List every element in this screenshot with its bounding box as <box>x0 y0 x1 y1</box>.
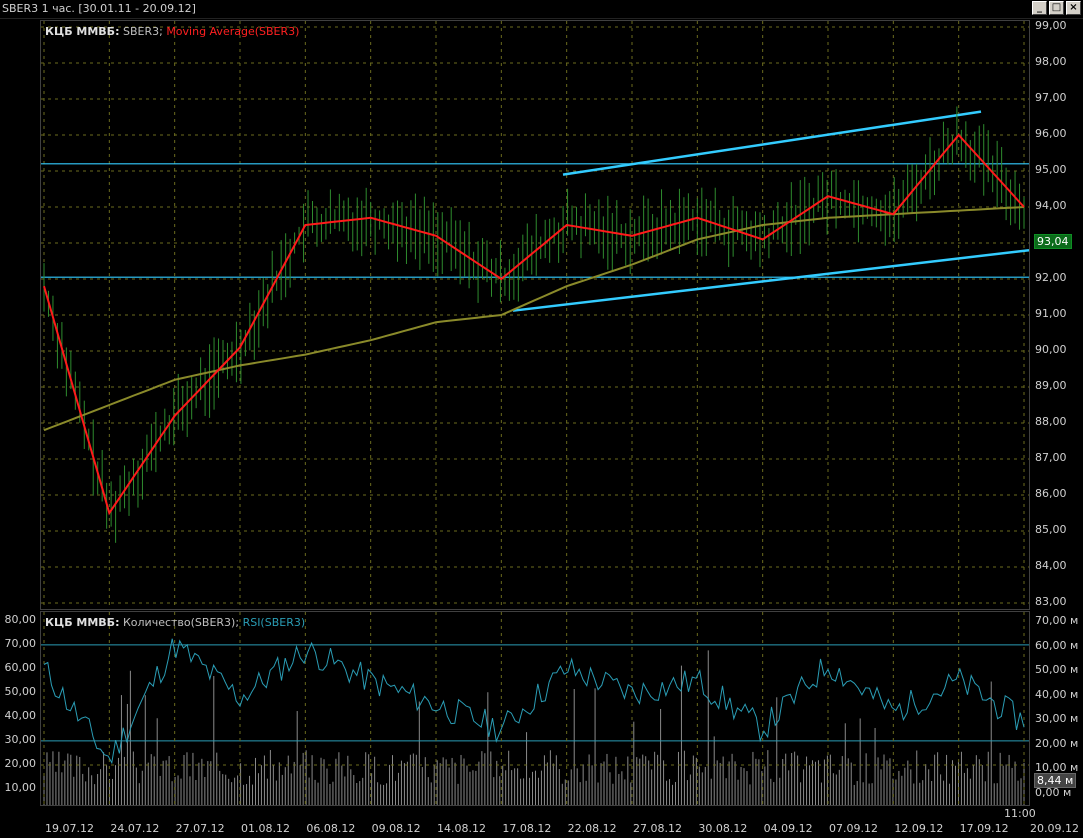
price-legend: КЦБ ММВБ: SBER3; Moving Average(SBER3) <box>45 25 299 38</box>
legend-rsi: RSI(SBER3) <box>242 616 306 629</box>
rsi-tick-label: 30,00 <box>4 732 37 746</box>
rsi-tick-label: 50,00 <box>4 684 37 698</box>
date-tick-label: 17.09.12 <box>959 822 1009 835</box>
slow-moving-average-line <box>43 206 1025 432</box>
rsi-tick-label: 80,00 <box>4 612 37 626</box>
date-tick-label: 07.09.12 <box>829 822 878 835</box>
date-tick-label: 09.08.12 <box>371 822 421 835</box>
window-title: SBER3 1 час. [30.01.11 - 20.09.12] <box>2 2 196 15</box>
volume-tick-label: 30,00 м <box>1035 712 1079 725</box>
date-tick-label: 30.08.12 <box>698 822 748 835</box>
date-tick-label: 12.09.12 <box>894 822 944 835</box>
date-tick-label: 06.08.12 <box>306 822 356 835</box>
current-volume-marker: 8,44 м <box>1034 773 1077 788</box>
channel-lower-line <box>512 248 1029 312</box>
legend-volume: Количество(SBER3); <box>122 616 240 629</box>
price-tick-label: 84,00 <box>1035 559 1067 572</box>
rsi-tick-label: 70,00 <box>4 636 37 650</box>
window-controls: _ □ × <box>1032 1 1081 15</box>
legend-source: КЦБ ММВБ: <box>45 25 120 38</box>
close-button[interactable]: × <box>1066 1 1081 15</box>
date-tick-label: 20.09.12 <box>1030 822 1079 835</box>
price-tick-label: 94,00 <box>1035 199 1067 212</box>
rsi-tick-label: 10,00 <box>4 780 37 794</box>
price-tick-label: 95,00 <box>1035 163 1067 176</box>
price-y-axis: 99,0098,0097,0096,0095,0094,0093,0092,00… <box>1031 19 1083 610</box>
volume-tick-label: 70,00 м <box>1035 614 1079 627</box>
price-tick-label: 89,00 <box>1035 379 1067 392</box>
date-tick-label: 14.08.12 <box>437 822 486 835</box>
volume-rsi-svg <box>41 612 1029 805</box>
window-titlebar: SBER3 1 час. [30.01.11 - 20.09.12] _ □ × <box>0 0 1083 19</box>
volume-tick-label: 50,00 м <box>1035 663 1079 676</box>
date-tick-label: 01.08.12 <box>241 822 290 835</box>
price-chart-svg <box>41 21 1029 609</box>
price-chart-pane[interactable]: КЦБ ММВБ: SBER3; Moving Average(SBER3) <box>40 20 1030 610</box>
current-price-marker: 93,04 <box>1034 233 1072 249</box>
volume-tick-label: 20,00 м <box>1035 736 1079 750</box>
volume-tick-label: 60,00 м <box>1035 638 1079 652</box>
channel-upper-line <box>562 110 982 176</box>
date-tick-label: 04.09.12 <box>763 822 813 835</box>
rsi-y-axis: 80,00 70,00 60,00 50,00 40,00 30,00 20,00 10,00 <box>0 611 40 806</box>
current-time-label: 11:00 <box>1004 807 1036 820</box>
price-tick-label: 86,00 <box>1035 487 1067 500</box>
price-tick-label: 92,00 <box>1035 271 1067 284</box>
price-tick-label: 97,00 <box>1035 91 1067 104</box>
volume-rsi-pane[interactable]: КЦБ ММВБ: Количество(SBER3); RSI(SBER3) <box>40 611 1030 806</box>
volume-legend-source: КЦБ ММВБ: <box>45 616 120 629</box>
minimize-button[interactable]: _ <box>1032 1 1047 15</box>
price-tick-label: 83,00 <box>1035 595 1067 608</box>
volume-tick-label: 40,00 м <box>1035 687 1079 701</box>
volume-legend: КЦБ ММВБ: Количество(SBER3); RSI(SBER3) <box>45 616 305 629</box>
price-tick-label: 87,00 <box>1035 451 1067 464</box>
rsi-line <box>43 638 1025 765</box>
price-tick-label: 90,00 <box>1035 343 1067 356</box>
date-tick-label: 24.07.12 <box>110 822 160 835</box>
date-tick-label: 27.08.12 <box>633 822 682 835</box>
rsi-tick-label: 60,00 <box>4 660 37 674</box>
rsi-tick-label: 20,00 <box>4 756 37 770</box>
date-tick-label: 19.07.12 <box>45 822 94 835</box>
price-tick-label: 85,00 <box>1035 523 1067 536</box>
date-tick-label: 17.08.12 <box>502 822 552 835</box>
price-tick-label: 88,00 <box>1035 415 1067 428</box>
legend-symbol: SBER3; <box>122 25 163 38</box>
legend-moving-average: Moving Average(SBER3) <box>166 25 300 38</box>
moving-average-line <box>43 133 1025 516</box>
date-tick-label: 27.07.12 <box>175 822 225 835</box>
price-tick-label: 96,00 <box>1035 127 1067 140</box>
date-tick-label: 22.08.12 <box>567 822 617 835</box>
rsi-tick-label: 40,00 <box>4 708 37 722</box>
price-tick-label: 99,00 <box>1035 19 1067 32</box>
maximize-button[interactable]: □ <box>1049 1 1064 15</box>
date-x-axis: 19.07.12 24.07.12 27.07.12 01.08.12 06.08.12… <box>0 820 1083 838</box>
price-tick-label: 91,00 <box>1035 307 1067 320</box>
price-tick-label: 98,00 <box>1035 55 1067 68</box>
